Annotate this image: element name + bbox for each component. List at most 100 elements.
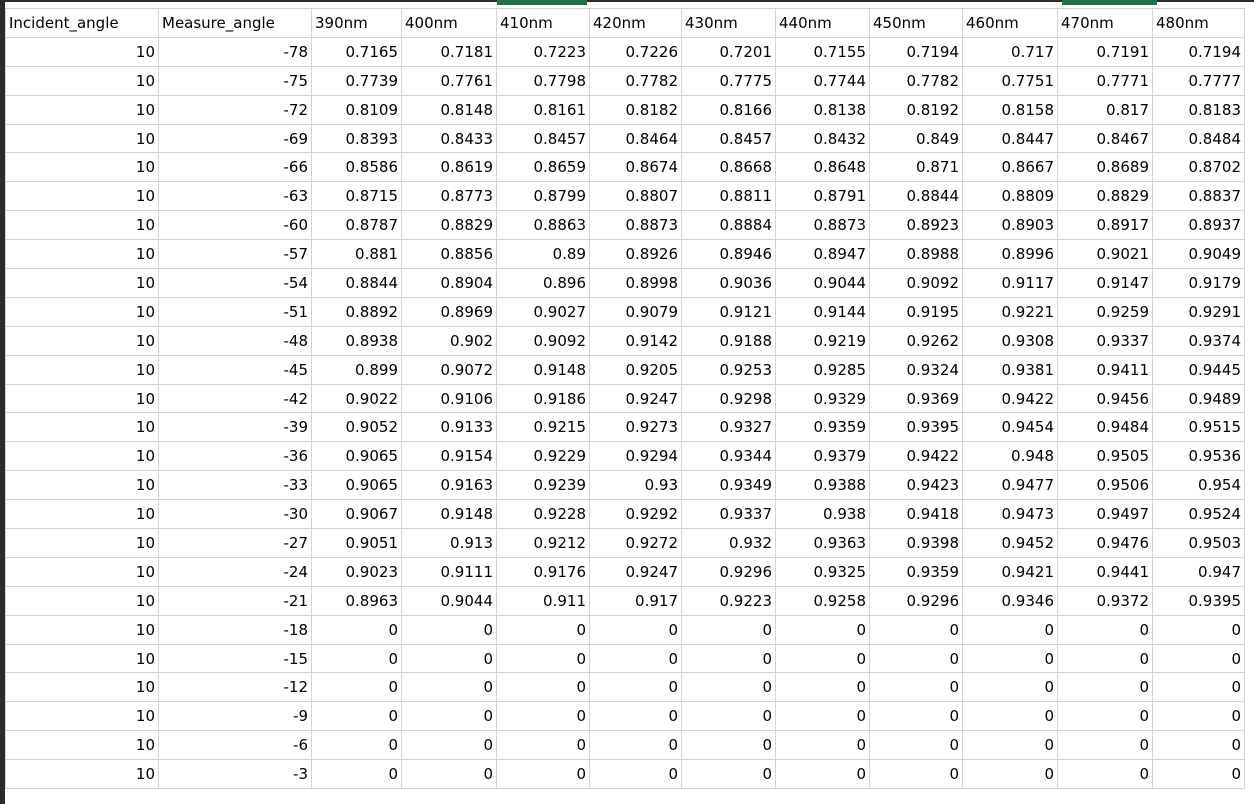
table-cell[interactable]: 0 bbox=[775, 643, 870, 674]
table-cell[interactable]: 0.9133 bbox=[401, 412, 497, 443]
table-cell[interactable]: 0.9411 bbox=[1057, 354, 1153, 385]
table-cell[interactable]: 0.9092 bbox=[869, 268, 963, 298]
table-cell[interactable]: -27 bbox=[158, 528, 312, 558]
table-cell[interactable]: 0.9324 bbox=[869, 354, 963, 385]
table-cell[interactable]: 0 bbox=[775, 672, 870, 703]
table-cell[interactable]: 0.7771 bbox=[1057, 65, 1153, 96]
table-cell[interactable]: 0 bbox=[311, 672, 402, 703]
table-cell[interactable]: 0.9273 bbox=[589, 412, 682, 443]
table-cell[interactable]: 0.9441 bbox=[1057, 556, 1153, 587]
table-cell[interactable]: 0 bbox=[496, 672, 590, 703]
table-cell[interactable]: 0.89 bbox=[496, 239, 590, 270]
table-cell[interactable]: -3 bbox=[158, 759, 312, 790]
table-cell[interactable]: 10 bbox=[5, 296, 159, 327]
table-cell[interactable]: 0.8791 bbox=[775, 181, 870, 212]
table-cell[interactable]: -45 bbox=[158, 354, 312, 385]
table-cell[interactable]: 0.7194 bbox=[1152, 36, 1245, 67]
header-cell[interactable]: 470nm bbox=[1057, 8, 1153, 38]
table-cell[interactable]: 0.8668 bbox=[681, 152, 776, 183]
table-cell[interactable]: 0.9219 bbox=[775, 325, 870, 356]
table-cell[interactable]: 0.8811 bbox=[681, 181, 776, 212]
table-cell[interactable]: 0.8963 bbox=[311, 585, 402, 616]
table-cell[interactable]: 0.9369 bbox=[869, 383, 963, 414]
table-cell[interactable]: 0.8648 bbox=[775, 152, 870, 183]
table-cell[interactable]: 0.9536 bbox=[1152, 441, 1245, 472]
table-cell[interactable]: 0 bbox=[681, 730, 776, 761]
table-cell[interactable]: 0.9359 bbox=[775, 412, 870, 443]
table-cell[interactable]: 0.9325 bbox=[775, 556, 870, 587]
table-cell[interactable]: 0 bbox=[869, 672, 963, 703]
table-cell[interactable]: 0 bbox=[1057, 730, 1153, 761]
table-cell[interactable]: 0.9188 bbox=[681, 325, 776, 356]
table-cell[interactable]: 10 bbox=[5, 210, 159, 241]
table-cell[interactable]: 0 bbox=[775, 614, 870, 645]
table-cell[interactable]: 0.7226 bbox=[589, 36, 682, 67]
table-cell[interactable]: 0.9337 bbox=[681, 499, 776, 530]
table-cell[interactable]: 0.9349 bbox=[681, 470, 776, 501]
table-cell[interactable]: 0.9121 bbox=[681, 296, 776, 327]
table-cell[interactable]: 0.8433 bbox=[401, 123, 497, 154]
table-cell[interactable]: 0.9285 bbox=[775, 354, 870, 385]
table-cell[interactable]: -12 bbox=[158, 672, 312, 703]
table-cell[interactable]: 0.8837 bbox=[1152, 181, 1245, 212]
table-cell[interactable]: 0.8192 bbox=[869, 94, 963, 125]
table-cell[interactable]: 0.8946 bbox=[681, 239, 776, 270]
table-cell[interactable]: 0.8923 bbox=[869, 210, 963, 241]
table-cell[interactable]: 0.9445 bbox=[1152, 354, 1245, 385]
table-cell[interactable]: 0.9296 bbox=[681, 556, 776, 587]
table-cell[interactable]: 0.717 bbox=[962, 36, 1058, 67]
table-cell[interactable]: 0 bbox=[496, 730, 590, 761]
table-cell[interactable]: 0.9381 bbox=[962, 354, 1058, 385]
table-cell[interactable]: 0.9344 bbox=[681, 441, 776, 472]
table-cell[interactable]: 0 bbox=[1152, 643, 1245, 674]
table-cell[interactable]: 0.8586 bbox=[311, 152, 402, 183]
table-cell[interactable]: 0.8937 bbox=[1152, 210, 1245, 241]
table-cell[interactable]: -78 bbox=[158, 36, 312, 67]
table-cell[interactable]: 0.9067 bbox=[311, 499, 402, 530]
table-cell[interactable]: 0.9176 bbox=[496, 556, 590, 587]
table-cell[interactable]: 0 bbox=[1057, 643, 1153, 674]
table-cell[interactable]: 0.9477 bbox=[962, 470, 1058, 501]
header-cell[interactable]: Incident_angle bbox=[5, 8, 159, 38]
table-cell[interactable]: 0 bbox=[589, 730, 682, 761]
table-cell[interactable]: -33 bbox=[158, 470, 312, 501]
table-cell[interactable]: 0.9359 bbox=[869, 556, 963, 587]
table-cell[interactable]: 0.9506 bbox=[1057, 470, 1153, 501]
table-cell[interactable]: 0 bbox=[1057, 672, 1153, 703]
table-cell[interactable]: 0.871 bbox=[869, 152, 963, 183]
table-cell[interactable]: 0.8892 bbox=[311, 296, 402, 327]
table-cell[interactable]: 0.9298 bbox=[681, 383, 776, 414]
table-cell[interactable]: 10 bbox=[5, 701, 159, 732]
table-cell[interactable]: 0 bbox=[401, 730, 497, 761]
table-cell[interactable]: 0.9489 bbox=[1152, 383, 1245, 414]
table-cell[interactable]: 0.9044 bbox=[401, 585, 497, 616]
table-cell[interactable]: -72 bbox=[158, 94, 312, 125]
table-cell[interactable]: 0 bbox=[869, 701, 963, 732]
table-cell[interactable]: 0.9346 bbox=[962, 585, 1058, 616]
table-cell[interactable]: 0.911 bbox=[496, 585, 590, 616]
table-cell[interactable]: 0.7777 bbox=[1152, 65, 1245, 96]
table-cell[interactable]: -36 bbox=[158, 441, 312, 472]
table-cell[interactable]: 0.7223 bbox=[496, 36, 590, 67]
table-cell[interactable]: 0.8787 bbox=[311, 210, 402, 241]
table-cell[interactable]: 0.9044 bbox=[775, 268, 870, 298]
table-cell[interactable]: 10 bbox=[5, 672, 159, 703]
table-cell[interactable]: 10 bbox=[5, 499, 159, 530]
table-cell[interactable]: 10 bbox=[5, 730, 159, 761]
table-cell[interactable]: 0.7798 bbox=[496, 65, 590, 96]
table-cell[interactable]: 0.9148 bbox=[401, 499, 497, 530]
header-cell[interactable]: 410nm bbox=[496, 8, 590, 38]
header-cell[interactable]: Measure_angle bbox=[158, 8, 312, 38]
header-cell[interactable]: 430nm bbox=[681, 8, 776, 38]
table-cell[interactable]: 0.8938 bbox=[311, 325, 402, 356]
table-cell[interactable]: 0 bbox=[869, 643, 963, 674]
table-cell[interactable]: -6 bbox=[158, 730, 312, 761]
table-cell[interactable]: 0.9228 bbox=[496, 499, 590, 530]
table-cell[interactable]: 0.7782 bbox=[589, 65, 682, 96]
table-cell[interactable]: 10 bbox=[5, 585, 159, 616]
table-cell[interactable]: 0 bbox=[681, 643, 776, 674]
table-cell[interactable]: 0 bbox=[401, 614, 497, 645]
table-cell[interactable]: -51 bbox=[158, 296, 312, 327]
table-cell[interactable]: 0 bbox=[681, 701, 776, 732]
table-cell[interactable]: 0.9027 bbox=[496, 296, 590, 327]
